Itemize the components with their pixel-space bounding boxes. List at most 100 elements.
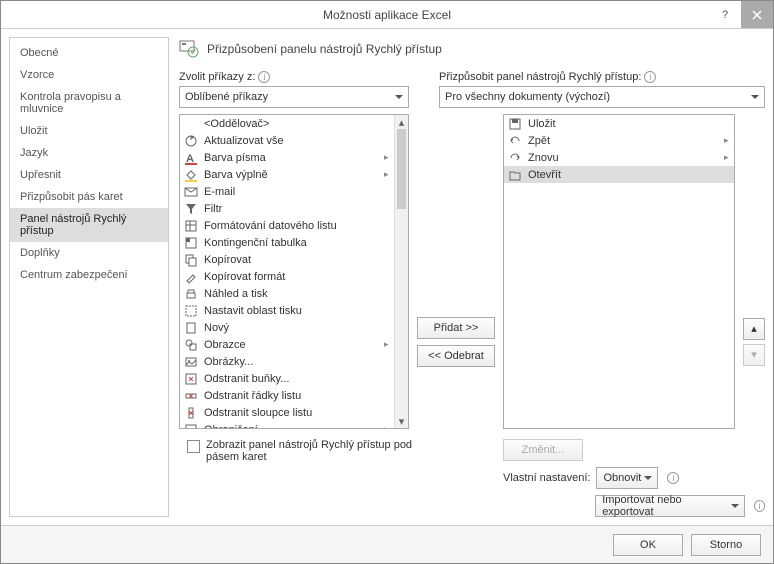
transfer-buttons: Přidat >> << Odebrat [417, 114, 495, 429]
panel-header: Přizpůsobení panelu nástrojů Rychlý přís… [179, 37, 765, 65]
list-item-label: Ohraničení [204, 424, 378, 429]
list-item[interactable]: Odstranit buňky... [180, 370, 394, 387]
list-item[interactable]: Ohraničení ▸ [180, 421, 394, 428]
list-item[interactable]: Kopírovat formát [180, 268, 394, 285]
list-item[interactable]: Zpět ▸ [504, 132, 734, 149]
main-panel: Přizpůsobení panelu nástrojů Rychlý přís… [179, 37, 765, 517]
copy-icon [184, 253, 198, 267]
list-item[interactable]: Formátování datového listu [180, 217, 394, 234]
list-item[interactable]: Uložit [504, 115, 734, 132]
ok-button[interactable]: OK [613, 534, 683, 556]
dialog-window: Možnosti aplikace Excel ? ObecnéVzorceKo… [0, 0, 774, 564]
window-title: Možnosti aplikace Excel [1, 8, 773, 22]
choose-commands-select[interactable]: Oblíbené příkazy [179, 86, 409, 108]
sidebar-item[interactable]: Uložit [10, 120, 168, 142]
list-item[interactable]: Nový [180, 319, 394, 336]
right-column-header: Přizpůsobit panel nástrojů Rychlý přístu… [439, 71, 765, 108]
list-item-label: Zpět [528, 135, 718, 147]
list-item[interactable]: E-mail [180, 183, 394, 200]
list-item-label: Nový [204, 322, 390, 334]
list-item[interactable]: Aktualizovat vše [180, 132, 394, 149]
list-item[interactable]: <Oddělovač> [180, 115, 394, 132]
list-item[interactable]: Odstranit sloupce listu [180, 404, 394, 421]
list-item-label: Barva písma [204, 152, 378, 164]
sidebar-item[interactable]: Centrum zabezpečení [10, 264, 168, 286]
list-item-label: Odstranit sloupce listu [204, 407, 390, 419]
sidebar-item[interactable]: Obecné [10, 42, 168, 64]
sidebar-item[interactable]: Doplňky [10, 242, 168, 264]
list-item[interactable]: Obrázky... [180, 353, 394, 370]
import-export-dropdown[interactable]: Importovat nebo exportovat [595, 495, 744, 517]
cancel-button[interactable]: Storno [691, 534, 761, 556]
available-commands-list[interactable]: <Oddělovač>Aktualizovat všeABarva písma▸… [179, 114, 409, 429]
selector-row: Zvolit příkazy z:i Oblíbené příkazy Přiz… [179, 71, 765, 108]
modify-button: Změnit... [503, 439, 583, 461]
add-button[interactable]: Přidat >> [417, 317, 495, 339]
list-item[interactable]: ABarva písma▸ [180, 149, 394, 166]
scroll-up[interactable]: ▴ [395, 115, 408, 129]
list-item[interactable]: Barva výplně▸ [180, 166, 394, 183]
sidebar-item[interactable]: Upřesnit [10, 164, 168, 186]
lower-right: Změnit... Vlastní nastavení: Obnovit i I… [503, 435, 765, 517]
left-column-header: Zvolit příkazy z:i Oblíbené příkazy [179, 71, 409, 108]
info-icon[interactable]: i [644, 71, 656, 83]
list-item-label: Obrázky... [204, 356, 390, 368]
list-item-label: Odstranit buňky... [204, 373, 390, 385]
scroll-thumb[interactable] [397, 129, 406, 209]
list-item[interactable]: Znovu ▸ [504, 149, 734, 166]
list-item[interactable]: Nastavit oblast tisku [180, 302, 394, 319]
blank-icon [184, 117, 198, 131]
filter-icon [184, 202, 198, 216]
reset-dropdown[interactable]: Obnovit [596, 467, 658, 489]
submenu-indicator: ▸ [384, 424, 390, 428]
submenu-indicator: ▸ [384, 152, 390, 163]
list-item-label: Uložit [528, 118, 730, 130]
import-export-row: Importovat nebo exportovat i [503, 495, 765, 517]
info-icon[interactable]: i [258, 71, 270, 83]
lower-area: Zobrazit panel nástrojů Rychlý přístup p… [179, 435, 765, 517]
customize-qat-select[interactable]: Pro všechny dokumenty (výchozí) [439, 86, 765, 108]
redo-icon [508, 151, 522, 165]
list-item[interactable]: Kontingenční tabulka [180, 234, 394, 251]
list-item[interactable]: Kopírovat [180, 251, 394, 268]
list-item[interactable]: Otevřít [504, 166, 734, 183]
close-button[interactable] [741, 1, 773, 28]
sidebar-item[interactable]: Přizpůsobit pás karet [10, 186, 168, 208]
help-button[interactable]: ? [709, 1, 741, 28]
list-item[interactable]: Odstranit řádky listu [180, 387, 394, 404]
remove-button[interactable]: << Odebrat [417, 345, 495, 367]
list-item-label: Obrazce [204, 339, 378, 351]
list-item[interactable]: Náhled a tisk [180, 285, 394, 302]
current-commands-list[interactable]: Uložit Zpět ▸ Znovu ▸ Otevřít [503, 114, 735, 429]
brush-icon [184, 270, 198, 284]
list-item-label: Formátování datového listu [204, 220, 390, 232]
list-item-label: Kopírovat [204, 254, 390, 266]
sidebar-item[interactable]: Panel nástrojů Rychlý přístup [10, 208, 168, 242]
move-down-button: ▾ [743, 344, 765, 366]
pic-icon [184, 355, 198, 369]
list-item[interactable]: Obrazce▸ [180, 336, 394, 353]
sidebar-item[interactable]: Jazyk [10, 142, 168, 164]
info-icon[interactable]: i [667, 472, 679, 484]
fill-icon [184, 168, 198, 182]
panel-title: Přizpůsobení panelu nástrojů Rychlý přís… [207, 42, 442, 56]
scrollbar[interactable]: ▴ ▾ [394, 115, 408, 428]
list-item-label: Kopírovat formát [204, 271, 390, 283]
print-icon [184, 287, 198, 301]
list-item[interactable]: Filtr [180, 200, 394, 217]
sidebar-item[interactable]: Kontrola pravopisu a mluvnice [10, 86, 168, 120]
show-below-ribbon-checkbox[interactable] [187, 440, 200, 453]
shapes-icon [184, 338, 198, 352]
delcol-icon [184, 406, 198, 420]
customize-icon [179, 39, 199, 59]
list-item-label: Znovu [528, 152, 718, 164]
move-up-button[interactable]: ▴ [743, 318, 765, 340]
sidebar-item[interactable]: Vzorce [10, 64, 168, 86]
delrow-icon [184, 389, 198, 403]
info-icon[interactable]: i [754, 500, 765, 512]
submenu-indicator: ▸ [724, 152, 730, 163]
sheet-icon [184, 219, 198, 233]
scroll-down[interactable]: ▾ [395, 414, 408, 428]
list-item-label: Náhled a tisk [204, 288, 390, 300]
submenu-indicator: ▸ [724, 135, 730, 146]
